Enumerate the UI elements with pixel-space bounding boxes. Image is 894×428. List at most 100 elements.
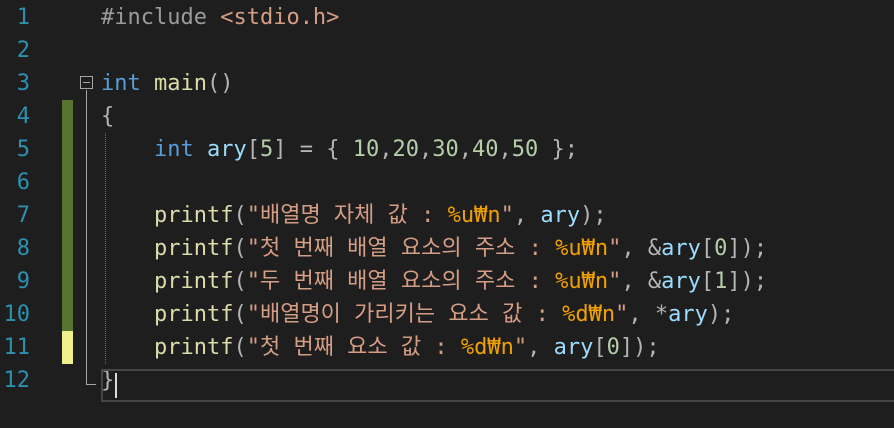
line-number: 9 [16,269,30,294]
code-line[interactable]: 4{ [0,100,894,133]
code-token: () [206,71,234,96]
code-token: %d [460,335,488,360]
line-number: 2 [16,38,30,63]
code-line[interactable]: 7 printf("배열명 자체 값 : %u₩n", ary); [0,199,894,232]
code-token: [ [700,236,715,261]
code-token: int [153,137,194,162]
code-line[interactable]: 10 printf("배열명이 가리키는 요소 값 : %d₩n", *ary)… [0,298,894,331]
current-line-highlight [101,369,894,402]
code-text[interactable]: #include <stdio.h> [101,1,339,34]
saved-change-marker [62,133,73,166]
code-token: printf [153,335,234,360]
code-token: ( [233,269,247,294]
code-token: " [608,269,622,294]
code-token: ( [233,335,247,360]
code-token: [ [246,137,260,162]
code-token: "두 번째 배열 요소의 주소 : [246,269,556,294]
saved-change-marker [62,199,73,232]
code-token: ary [540,203,581,228]
code-token: printf [153,236,234,261]
saved-change-marker [62,232,73,265]
code-token: " [513,335,528,360]
code-text[interactable]: int main() [101,67,233,100]
code-text[interactable]: int ary[5] = { 10,20,30,40,50 }; [101,133,578,166]
saved-change-marker [62,298,73,331]
code-line[interactable]: 6 [0,166,894,199]
code-token: ₩n [487,335,514,360]
line-number: 11 [3,335,31,360]
code-editor[interactable]: 1 #include <stdio.h> 2 3 int main() 4{5 int a… [0,0,894,428]
code-token: printf [153,302,234,327]
code-token: ary [661,236,701,261]
code-text[interactable]: { [101,100,114,133]
code-token: ( [233,302,247,327]
code-token: 50 [511,137,539,162]
code-token: , * [628,302,669,327]
code-token: int [101,71,141,96]
code-token: , [498,137,512,162]
code-line[interactable]: 5 int ary[5] = { 10,20,30,40,50 }; [0,133,894,166]
code-text[interactable]: printf("배열명 자체 값 : %u₩n", ary); [101,199,607,232]
line-number: 7 [16,203,30,228]
code-token: ary [553,335,594,360]
code-token: 20 [392,137,419,162]
code-token: , [513,203,541,228]
code-token: " [608,236,622,261]
code-token: " [615,302,629,327]
saved-change-marker [62,166,73,199]
collapse-minus-icon[interactable] [80,76,93,89]
line-number: 3 [16,71,30,96]
line-number: 12 [3,368,31,393]
code-text[interactable]: printf("배열명이 가리키는 요소 값 : %d₩n", *ary); [101,298,734,331]
code-token: printf [153,203,234,228]
code-token: ary [206,137,247,162]
code-token: #include [101,5,221,30]
code-token: ]); [727,236,768,261]
code-token: %u [555,269,582,294]
unsaved-change-marker [62,331,73,364]
code-token: " [500,203,514,228]
saved-change-marker [62,265,73,298]
line-number: 8 [16,236,30,261]
line-number: 6 [16,170,30,195]
code-token: , [527,335,554,360]
code-token: "배열명 자체 값 : [246,203,448,228]
code-token: ₩n [581,236,609,261]
code-token: ]); [727,269,768,294]
text-caret [115,373,117,398]
code-token: ( [233,203,247,228]
code-token: , & [621,236,662,261]
line-number: 4 [16,104,30,129]
code-token: %u [447,203,475,228]
code-text[interactable]: printf("두 번째 배열 요소의 주소 : %u₩n", &ary[1])… [101,265,767,298]
code-token: ); [580,203,607,228]
code-line[interactable]: 8 printf("첫 번째 배열 요소의 주소 : %u₩n", &ary[0… [0,232,894,265]
code-token: <stdio.h> [220,5,340,30]
code-line[interactable]: 3 int main() [0,67,894,100]
code-text[interactable]: printf("첫 번째 배열 요소의 주소 : %u₩n", &ary[0])… [101,232,767,265]
code-token: %d [562,302,589,327]
code-token: ]); [619,335,660,360]
code-token: , [418,137,433,162]
code-line[interactable]: 11 printf("첫 번째 요소 값 : %d₩n", ary[0]); [0,331,894,364]
code-token: 0 [714,236,728,261]
code-line[interactable]: 9 printf("두 번째 배열 요소의 주소 : %u₩n", &ary[1… [0,265,894,298]
code-token: 40 [471,137,499,162]
code-token: 1 [714,269,728,294]
code-token: ₩n [588,302,616,327]
code-token: main [154,71,207,96]
code-text[interactable]: printf("첫 번째 요소 값 : %d₩n", ary[0]); [101,331,660,364]
code-token: ary [661,269,701,294]
code-token: 10 [352,137,380,162]
code-line[interactable]: 1 #include <stdio.h> [0,1,894,34]
code-line[interactable]: 2 [0,34,894,67]
code-token: 5 [259,137,274,162]
